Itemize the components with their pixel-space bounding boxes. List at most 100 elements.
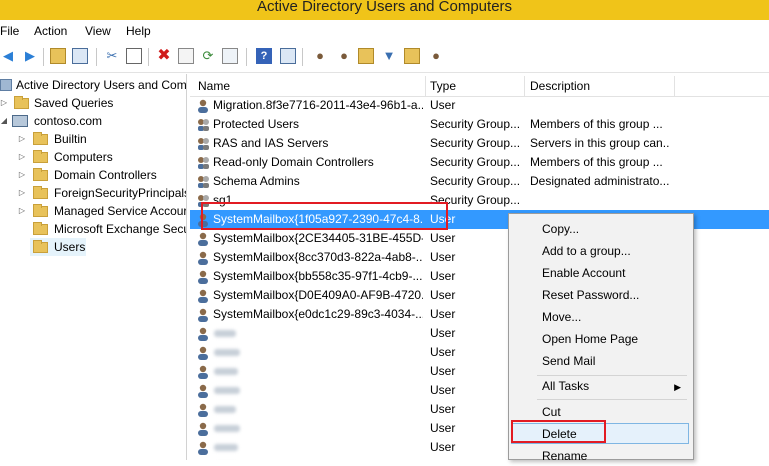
redacted-name xyxy=(214,406,236,413)
tree-item-label: Builtin xyxy=(54,132,87,146)
table-row[interactable]: Protected Users Security Group... Members … xyxy=(190,115,769,134)
export-icon[interactable] xyxy=(222,48,238,64)
list-header: Name Type Description xyxy=(190,76,769,97)
properties-icon[interactable] xyxy=(178,48,194,64)
column-header-description[interactable]: Description xyxy=(530,79,590,93)
menu-item-cut[interactable]: Cut xyxy=(542,402,561,422)
menu-help[interactable]: Help xyxy=(126,24,151,38)
cell-type: Security Group... xyxy=(430,117,521,131)
table-row[interactable]: Migration.8f3e7716-2011-43e4-96b1-a... Us… xyxy=(190,96,769,115)
redacted-name xyxy=(214,330,236,337)
toolbar-separator xyxy=(43,48,44,66)
tree-item-users[interactable]: Users xyxy=(30,238,86,256)
expand-arrow-icon[interactable]: ▷ xyxy=(18,148,26,166)
expand-arrow-icon[interactable]: ▷ xyxy=(18,166,26,184)
menu-item-reset-password[interactable]: Reset Password... xyxy=(542,285,639,305)
column-header-type[interactable]: Type xyxy=(430,79,456,93)
console-tree: Active Directory Users and Com ▷ Saved Q… xyxy=(0,74,187,460)
menu-item-copy[interactable]: Copy... xyxy=(542,219,579,239)
tree-root-item[interactable]: Active Directory Users and Com xyxy=(0,76,186,94)
menu-item-send-mail[interactable]: Send Mail xyxy=(542,351,595,371)
user-icon xyxy=(196,250,211,265)
tree-item-foreign-security-principals[interactable]: ▷ ForeignSecurityPrincipals xyxy=(0,184,186,202)
table-row[interactable]: RAS and IAS Servers Security Group... Serv… xyxy=(190,134,769,153)
copy-icon[interactable] xyxy=(126,48,142,64)
cell-name: Read-only Domain Controllers xyxy=(213,155,374,169)
menu-item-move[interactable]: Move... xyxy=(542,307,581,327)
folder-icon xyxy=(14,96,29,109)
user-icon xyxy=(196,231,211,246)
user-icon xyxy=(196,288,211,303)
user-icon xyxy=(196,383,211,398)
menu-item-enable-account[interactable]: Enable Account xyxy=(542,263,625,283)
table-row[interactable]: Read-only Domain Controllers Security Gro… xyxy=(190,153,769,172)
cell-type: Security Group... xyxy=(430,136,521,150)
find-icon[interactable] xyxy=(404,48,420,64)
column-divider[interactable] xyxy=(524,76,525,96)
expand-arrow-icon[interactable]: ▷ xyxy=(0,94,8,112)
expand-arrow-icon[interactable]: ▷ xyxy=(18,202,26,220)
delete-icon[interactable]: ✖ xyxy=(156,48,172,64)
redacted-name xyxy=(214,425,240,432)
new-group-icon[interactable]: ● xyxy=(336,48,352,64)
new-ou-icon[interactable] xyxy=(358,48,374,64)
expand-arrow-icon[interactable]: ▷ xyxy=(18,130,26,148)
toolbar: ◀ ▶ ✂ ✖ ⟳ ? ● ● ▼ ● xyxy=(0,42,769,73)
tree-item-managed-service-accounts[interactable]: ▷ Managed Service Accour xyxy=(0,202,186,220)
forward-arrow-icon[interactable]: ▶ xyxy=(22,48,38,64)
redacted-name xyxy=(214,349,240,356)
title-bar: Active Directory Users and Computers xyxy=(0,0,769,20)
up-folder-icon[interactable] xyxy=(50,48,66,64)
column-divider[interactable] xyxy=(674,76,675,96)
cell-description: Servers in this group can... xyxy=(530,136,670,150)
cut-icon[interactable]: ✂ xyxy=(104,48,120,64)
cell-description: Members of this group ... xyxy=(530,117,663,131)
tree-item-label: Microsoft Exchange Secu xyxy=(54,222,187,236)
tree-item-microsoft-exchange-security[interactable]: Microsoft Exchange Secu xyxy=(0,220,186,238)
menu-item-rename[interactable]: Rename xyxy=(542,446,587,466)
group-icon xyxy=(196,136,211,151)
tree-item-computers[interactable]: ▷ Computers xyxy=(0,148,186,166)
cell-description: Designated administrato... xyxy=(530,174,670,188)
new-user-icon[interactable]: ● xyxy=(312,48,328,64)
cell-type: User xyxy=(430,98,456,112)
menu-file[interactable]: File xyxy=(0,24,19,38)
console-icon[interactable] xyxy=(280,48,296,64)
ad-console-icon xyxy=(0,79,12,91)
filter-icon[interactable]: ▼ xyxy=(381,48,397,64)
menu-view[interactable]: View xyxy=(85,24,111,38)
tree-item-builtin[interactable]: ▷ Builtin xyxy=(0,130,186,148)
domain-icon xyxy=(12,115,28,127)
folder-icon xyxy=(33,132,48,145)
menu-action[interactable]: Action xyxy=(34,24,67,38)
tree-item-domain[interactable]: ◢ contoso.com xyxy=(0,112,186,130)
user-icon xyxy=(196,364,211,379)
tree-item-saved-queries[interactable]: ▷ Saved Queries xyxy=(0,94,186,112)
cell-description: Members of this group ... xyxy=(530,155,663,169)
tree-item-domain-controllers[interactable]: ▷ Domain Controllers xyxy=(0,166,186,184)
back-arrow-icon[interactable]: ◀ xyxy=(0,48,16,64)
selection-highlight-box xyxy=(201,202,448,230)
redacted-name xyxy=(214,387,240,394)
refresh-icon[interactable]: ⟳ xyxy=(200,48,216,64)
column-header-name[interactable]: Name xyxy=(198,79,230,93)
menu-item-add-to-group[interactable]: Add to a group... xyxy=(542,241,631,261)
add-to-group-icon[interactable]: ● xyxy=(428,48,444,64)
delete-highlight-box xyxy=(511,420,606,443)
menu-item-all-tasks[interactable]: All Tasks xyxy=(542,376,589,396)
collapse-arrow-icon[interactable]: ◢ xyxy=(0,112,8,130)
cell-name: SystemMailbox{8cc370d3-822a-4ab8-... xyxy=(213,250,423,264)
show-tree-icon[interactable] xyxy=(72,48,88,64)
menu-bar: File Action View Help xyxy=(0,20,769,42)
user-icon xyxy=(196,421,211,436)
toolbar-separator xyxy=(148,48,149,66)
expand-arrow-icon[interactable]: ▷ xyxy=(18,184,26,202)
folder-icon xyxy=(33,204,48,217)
menu-item-open-home-page[interactable]: Open Home Page xyxy=(542,329,638,349)
user-icon xyxy=(196,440,211,455)
toolbar-separator xyxy=(302,48,303,66)
column-divider[interactable] xyxy=(425,76,426,96)
tree-item-label: Saved Queries xyxy=(34,96,114,110)
help-icon[interactable]: ? xyxy=(256,48,272,64)
table-row[interactable]: Schema Admins Security Group... Designated… xyxy=(190,172,769,191)
